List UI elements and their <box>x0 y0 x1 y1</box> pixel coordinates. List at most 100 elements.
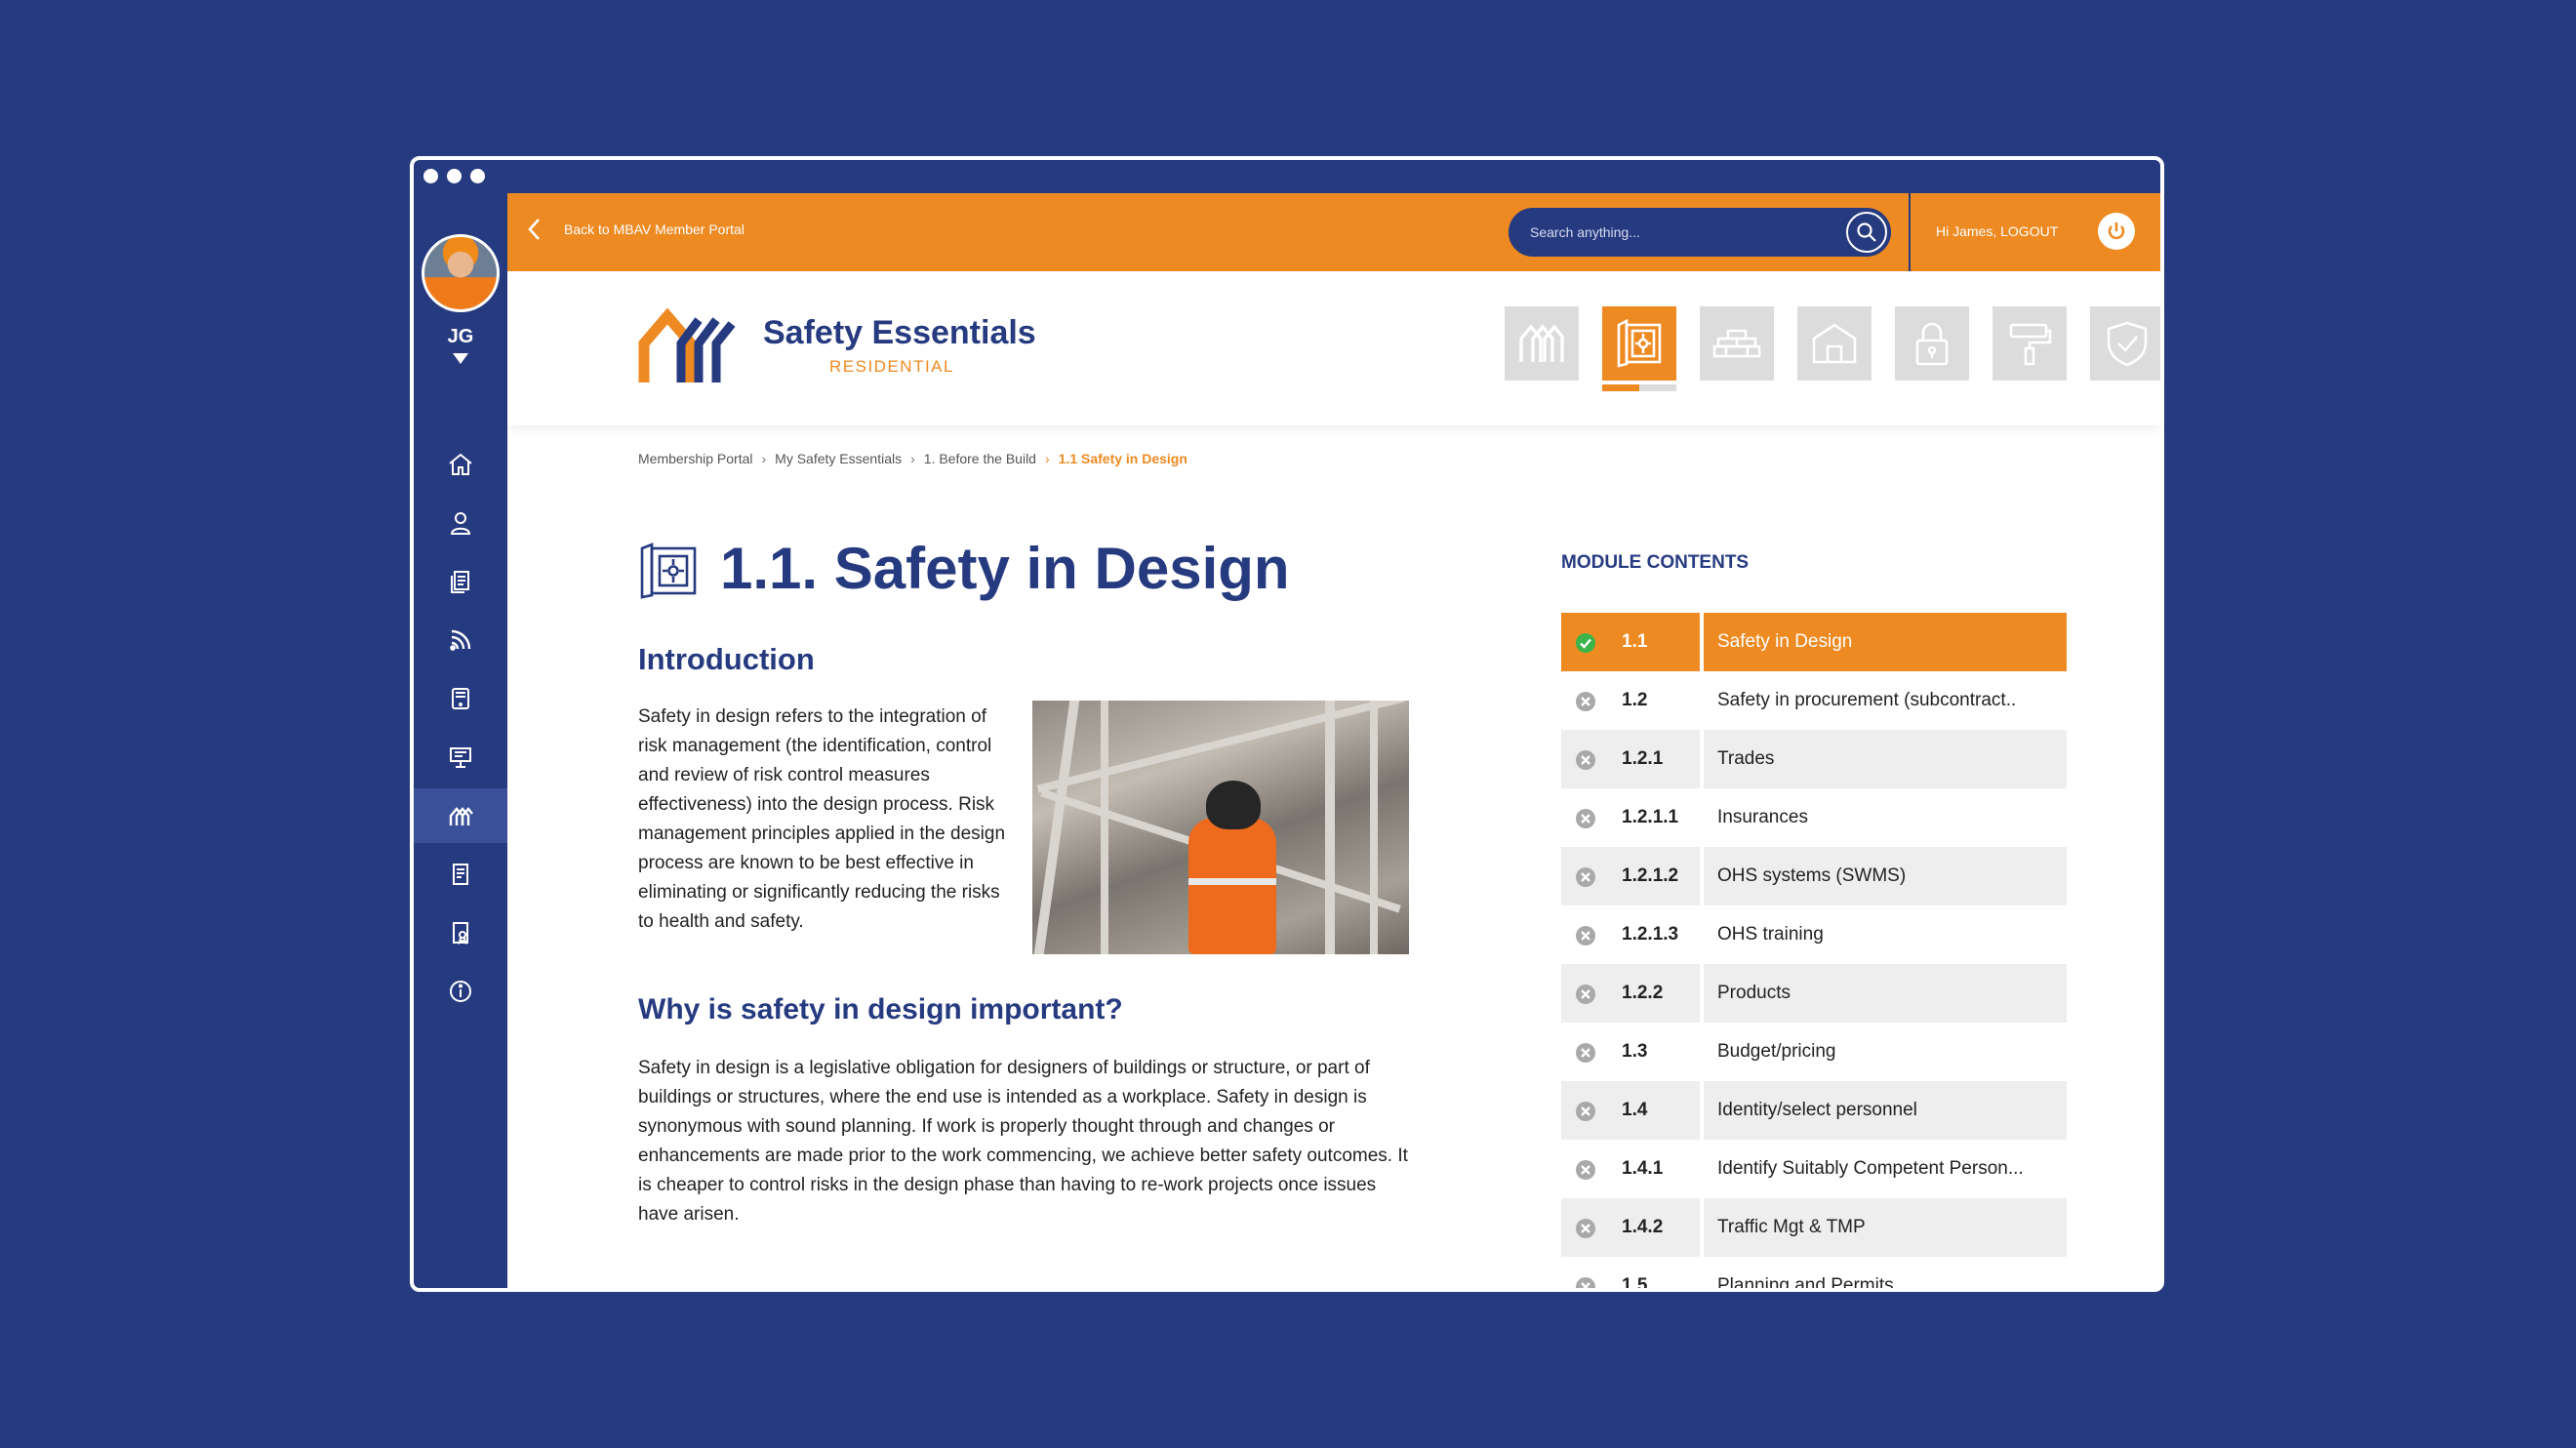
module-item-label: Identity/select personnel <box>1704 1081 2067 1140</box>
breadcrumb-item[interactable]: My Safety Essentials <box>775 451 902 466</box>
x-circle-icon <box>1576 692 1595 711</box>
why-heading: Why is safety in design important? <box>638 993 1123 1026</box>
module-item-label: OHS training <box>1717 924 1824 945</box>
module-contents-item[interactable]: 1.2.1.1 Insurances <box>1561 788 2067 847</box>
module-contents-item[interactable]: 1.2 Safety in procurement (subcontract.. <box>1561 671 2067 730</box>
sidebar-item-home[interactable] <box>414 437 507 492</box>
shield-check-icon <box>2107 321 2148 367</box>
module-item-number-cell: 1.4.1 <box>1561 1140 1700 1198</box>
sidebar-item-certificates[interactable] <box>414 905 507 960</box>
breadcrumb-current: 1.1 Safety in Design <box>1058 451 1187 466</box>
house-icon <box>1812 323 1857 364</box>
breadcrumb: Membership Portal › My Safety Essentials… <box>638 451 1187 466</box>
safety-essentials-icon <box>449 807 473 825</box>
documents-icon <box>451 571 469 593</box>
home-icon <box>449 453 472 475</box>
module-item-label: Products <box>1704 964 2067 1023</box>
module-item-number-cell: 1.5 <box>1561 1257 1700 1292</box>
design-plan-icon <box>640 543 697 599</box>
lock-icon <box>1915 322 1949 366</box>
sidebar-item-reports[interactable] <box>414 847 507 902</box>
module-icon-1[interactable] <box>1505 306 1579 381</box>
module-contents-item[interactable]: 1.1 Safety in Design <box>1561 613 2067 671</box>
module-item-label: Traffic Mgt & TMP <box>1704 1198 2067 1257</box>
module-item-code: 1.4.2 <box>1622 1217 1664 1237</box>
sidebar-item-safety-essentials[interactable] <box>414 788 507 843</box>
logout-link[interactable]: Hi James, LOGOUT <box>1936 223 2058 239</box>
bricks-icon <box>1712 329 1761 358</box>
sidebar-item-info[interactable] <box>414 964 507 1019</box>
module-item-code: 1.2 <box>1622 690 1648 710</box>
sidebar-item-tablet[interactable] <box>414 671 507 726</box>
module-contents-item[interactable]: 1.3 Budget/pricing <box>1561 1023 2067 1081</box>
user-icon <box>450 512 471 535</box>
x-circle-icon <box>1576 750 1595 770</box>
module-contents-item[interactable]: 1.2.2 Products <box>1561 964 2067 1023</box>
sidebar-item-documents[interactable] <box>414 554 507 609</box>
module-item-label: Trades <box>1704 730 2067 788</box>
module-icon-6[interactable] <box>1992 306 2067 381</box>
chevron-down-icon[interactable] <box>453 353 468 364</box>
report-icon <box>453 864 468 885</box>
window-dot[interactable] <box>423 169 438 183</box>
breadcrumb-item[interactable]: 1. Before the Build <box>924 451 1036 466</box>
module-icon-7[interactable] <box>2090 306 2160 381</box>
module-progress-fill <box>1602 384 1639 391</box>
module-icon-5[interactable] <box>1895 306 1969 381</box>
search-box <box>1509 208 1891 257</box>
search-input[interactable] <box>1530 220 1823 245</box>
back-to-portal-link[interactable]: Back to MBAV Member Portal <box>525 217 745 242</box>
user-initials[interactable]: JG <box>414 326 507 348</box>
logo-subtitle: RESIDENTIAL <box>829 357 954 376</box>
sidebar-item-feed[interactable] <box>414 613 507 667</box>
window-dot[interactable] <box>447 169 462 183</box>
breadcrumb-item[interactable]: Membership Portal <box>638 451 753 466</box>
top-bar: Back to MBAV Member Portal Hi James, LOG… <box>507 193 2160 271</box>
x-circle-icon <box>1576 926 1595 945</box>
module-item-label: Identify Suitably Competent Person... <box>1717 1158 2024 1179</box>
module-item-number-cell: 1.2.1.1 <box>1561 788 1700 847</box>
module-icon-3[interactable] <box>1700 306 1774 381</box>
safety-essentials-logo-icon <box>638 307 736 382</box>
module-item-number-cell: 1.2.1.2 <box>1561 847 1700 905</box>
module-item-number-cell: 1.4.2 <box>1561 1198 1700 1257</box>
window-dot[interactable] <box>470 169 485 183</box>
logo-title: Safety Essentials <box>763 314 1036 351</box>
module-icon-4[interactable] <box>1797 306 1872 381</box>
module-item-number-cell: 1.1 <box>1561 613 1700 671</box>
module-contents-item[interactable]: 1.2.1.2 OHS systems (SWMS) <box>1561 847 2067 905</box>
module-item-code: 1.2.1.2 <box>1622 865 1679 886</box>
search-icon <box>1857 222 1876 242</box>
module-contents-item[interactable]: 1.5 Planning and Permits <box>1561 1257 2067 1292</box>
presentation-icon <box>450 747 471 768</box>
module-item-number-cell: 1.2.1 <box>1561 730 1700 788</box>
module-item-number-cell: 1.2 <box>1561 671 1700 730</box>
avatar[interactable] <box>422 234 500 312</box>
chevron-left-icon <box>528 219 540 240</box>
sidebar-item-presentations[interactable] <box>414 730 507 784</box>
logout-button[interactable] <box>2098 213 2135 250</box>
top-bar-divider <box>1909 193 1911 271</box>
module-contents-item[interactable]: 1.2.1 Trades <box>1561 730 2067 788</box>
certificate-icon <box>453 922 468 945</box>
module-contents-item[interactable]: 1.4.2 Traffic Mgt & TMP <box>1561 1198 2067 1257</box>
construction-worker-photo <box>1032 701 1409 954</box>
module-item-label: Budget/pricing <box>1717 1041 1836 1062</box>
search-button[interactable] <box>1846 212 1887 253</box>
module-item-code: 1.4 <box>1622 1100 1648 1120</box>
module-item-label: Safety in procurement (subcontract.. <box>1717 690 2017 710</box>
module-item-code: 1.4.1 <box>1622 1158 1664 1179</box>
info-icon <box>450 981 471 1002</box>
sidebar-item-profile[interactable] <box>414 496 507 550</box>
module-item-code: 1.5 <box>1622 1275 1648 1292</box>
module-contents-item[interactable]: 1.4 Identity/select personnel <box>1561 1081 2067 1140</box>
tablet-icon <box>452 688 469 709</box>
module-contents-item[interactable]: 1.4.1 Identify Suitably Competent Person.… <box>1561 1140 2067 1198</box>
browser-window: JG Back to MBAV Member Portal Search any… <box>410 156 2164 1292</box>
module-contents-item[interactable]: 1.2.1.3 OHS training <box>1561 905 2067 964</box>
power-icon <box>2108 222 2125 240</box>
x-circle-icon <box>1576 809 1595 828</box>
module-icon-2[interactable] <box>1602 306 1676 381</box>
x-circle-icon <box>1576 867 1595 887</box>
design-plan-icon <box>1617 318 1662 368</box>
